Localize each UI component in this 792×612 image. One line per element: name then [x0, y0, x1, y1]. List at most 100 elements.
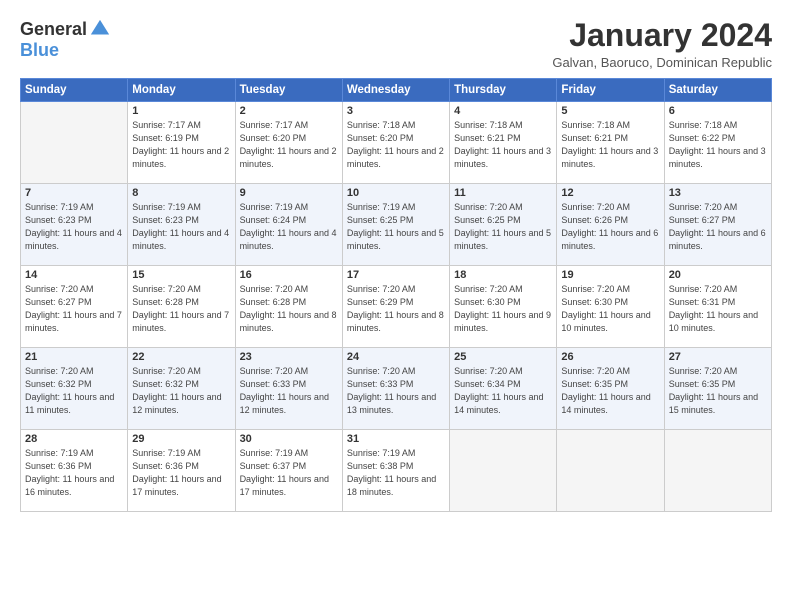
day-number: 9	[240, 187, 338, 199]
col-wednesday: Wednesday	[342, 79, 449, 102]
table-row: 11 Sunrise: 7:20 AMSunset: 6:25 PMDayligh…	[450, 184, 557, 266]
title-area: January 2024 Galvan, Baoruco, Dominican …	[552, 18, 772, 70]
table-row: 15 Sunrise: 7:20 AMSunset: 6:28 PMDayligh…	[128, 266, 235, 348]
day-info: Sunrise: 7:20 AMSunset: 6:27 PMDaylight:…	[669, 201, 767, 253]
col-thursday: Thursday	[450, 79, 557, 102]
calendar-week-row: 7 Sunrise: 7:19 AMSunset: 6:23 PMDaylight…	[21, 184, 772, 266]
day-number: 7	[25, 187, 123, 199]
day-info: Sunrise: 7:19 AMSunset: 6:38 PMDaylight:…	[347, 447, 445, 499]
day-number: 21	[25, 351, 123, 363]
day-info: Sunrise: 7:20 AMSunset: 6:30 PMDaylight:…	[454, 283, 552, 335]
day-number: 5	[561, 105, 659, 117]
day-number: 22	[132, 351, 230, 363]
day-number: 12	[561, 187, 659, 199]
table-row: 22 Sunrise: 7:20 AMSunset: 6:32 PMDayligh…	[128, 348, 235, 430]
table-row: 17 Sunrise: 7:20 AMSunset: 6:29 PMDayligh…	[342, 266, 449, 348]
day-number: 16	[240, 269, 338, 281]
location: Galvan, Baoruco, Dominican Republic	[552, 55, 772, 70]
day-number: 14	[25, 269, 123, 281]
col-sunday: Sunday	[21, 79, 128, 102]
table-row	[557, 430, 664, 512]
day-number: 17	[347, 269, 445, 281]
day-info: Sunrise: 7:20 AMSunset: 6:25 PMDaylight:…	[454, 201, 552, 253]
table-row	[450, 430, 557, 512]
calendar-week-row: 21 Sunrise: 7:20 AMSunset: 6:32 PMDayligh…	[21, 348, 772, 430]
day-number: 31	[347, 433, 445, 445]
day-info: Sunrise: 7:20 AMSunset: 6:33 PMDaylight:…	[347, 365, 445, 417]
table-row: 2 Sunrise: 7:17 AMSunset: 6:20 PMDaylight…	[235, 102, 342, 184]
table-row: 18 Sunrise: 7:20 AMSunset: 6:30 PMDayligh…	[450, 266, 557, 348]
col-saturday: Saturday	[664, 79, 771, 102]
table-row: 9 Sunrise: 7:19 AMSunset: 6:24 PMDaylight…	[235, 184, 342, 266]
day-info: Sunrise: 7:20 AMSunset: 6:35 PMDaylight:…	[669, 365, 767, 417]
day-info: Sunrise: 7:18 AMSunset: 6:22 PMDaylight:…	[669, 119, 767, 171]
table-row: 26 Sunrise: 7:20 AMSunset: 6:35 PMDayligh…	[557, 348, 664, 430]
day-info: Sunrise: 7:19 AMSunset: 6:37 PMDaylight:…	[240, 447, 338, 499]
table-row: 3 Sunrise: 7:18 AMSunset: 6:20 PMDaylight…	[342, 102, 449, 184]
day-info: Sunrise: 7:20 AMSunset: 6:26 PMDaylight:…	[561, 201, 659, 253]
day-info: Sunrise: 7:19 AMSunset: 6:25 PMDaylight:…	[347, 201, 445, 253]
day-info: Sunrise: 7:19 AMSunset: 6:36 PMDaylight:…	[25, 447, 123, 499]
day-info: Sunrise: 7:20 AMSunset: 6:32 PMDaylight:…	[132, 365, 230, 417]
month-title: January 2024	[552, 18, 772, 53]
header: General Blue January 2024 Galvan, Baoruc…	[20, 18, 772, 70]
day-info: Sunrise: 7:20 AMSunset: 6:27 PMDaylight:…	[25, 283, 123, 335]
calendar-header-row: Sunday Monday Tuesday Wednesday Thursday…	[21, 79, 772, 102]
calendar-week-row: 28 Sunrise: 7:19 AMSunset: 6:36 PMDayligh…	[21, 430, 772, 512]
day-number: 2	[240, 105, 338, 117]
logo-icon	[89, 18, 111, 40]
day-info: Sunrise: 7:17 AMSunset: 6:19 PMDaylight:…	[132, 119, 230, 171]
day-number: 29	[132, 433, 230, 445]
day-number: 18	[454, 269, 552, 281]
day-number: 20	[669, 269, 767, 281]
table-row: 6 Sunrise: 7:18 AMSunset: 6:22 PMDaylight…	[664, 102, 771, 184]
day-number: 8	[132, 187, 230, 199]
table-row: 31 Sunrise: 7:19 AMSunset: 6:38 PMDayligh…	[342, 430, 449, 512]
col-friday: Friday	[557, 79, 664, 102]
day-number: 11	[454, 187, 552, 199]
col-tuesday: Tuesday	[235, 79, 342, 102]
day-number: 27	[669, 351, 767, 363]
day-number: 3	[347, 105, 445, 117]
day-number: 10	[347, 187, 445, 199]
day-number: 15	[132, 269, 230, 281]
table-row: 27 Sunrise: 7:20 AMSunset: 6:35 PMDayligh…	[664, 348, 771, 430]
day-info: Sunrise: 7:18 AMSunset: 6:21 PMDaylight:…	[454, 119, 552, 171]
day-number: 4	[454, 105, 552, 117]
day-info: Sunrise: 7:19 AMSunset: 6:36 PMDaylight:…	[132, 447, 230, 499]
day-number: 23	[240, 351, 338, 363]
table-row: 28 Sunrise: 7:19 AMSunset: 6:36 PMDayligh…	[21, 430, 128, 512]
day-info: Sunrise: 7:20 AMSunset: 6:33 PMDaylight:…	[240, 365, 338, 417]
day-info: Sunrise: 7:19 AMSunset: 6:23 PMDaylight:…	[132, 201, 230, 253]
day-info: Sunrise: 7:17 AMSunset: 6:20 PMDaylight:…	[240, 119, 338, 171]
calendar-week-row: 14 Sunrise: 7:20 AMSunset: 6:27 PMDayligh…	[21, 266, 772, 348]
day-number: 24	[347, 351, 445, 363]
page: General Blue January 2024 Galvan, Baoruc…	[0, 0, 792, 612]
day-info: Sunrise: 7:20 AMSunset: 6:34 PMDaylight:…	[454, 365, 552, 417]
table-row: 24 Sunrise: 7:20 AMSunset: 6:33 PMDayligh…	[342, 348, 449, 430]
day-number: 28	[25, 433, 123, 445]
table-row	[21, 102, 128, 184]
table-row: 12 Sunrise: 7:20 AMSunset: 6:26 PMDayligh…	[557, 184, 664, 266]
table-row	[664, 430, 771, 512]
logo-general-text: General	[20, 19, 87, 40]
table-row: 25Sunrise: 7:20 AMSunset: 6:34 PMDayligh…	[450, 348, 557, 430]
table-row: 10 Sunrise: 7:19 AMSunset: 6:25 PMDayligh…	[342, 184, 449, 266]
day-info: Sunrise: 7:20 AMSunset: 6:35 PMDaylight:…	[561, 365, 659, 417]
table-row: 21Sunrise: 7:20 AMSunset: 6:32 PMDayligh…	[21, 348, 128, 430]
day-number: 6	[669, 105, 767, 117]
day-info: Sunrise: 7:20 AMSunset: 6:28 PMDaylight:…	[132, 283, 230, 335]
logo-blue-text: Blue	[20, 40, 59, 61]
day-number: 30	[240, 433, 338, 445]
table-row: 13Sunrise: 7:20 AMSunset: 6:27 PMDayligh…	[664, 184, 771, 266]
day-info: Sunrise: 7:20 AMSunset: 6:31 PMDaylight:…	[669, 283, 767, 335]
day-info: Sunrise: 7:18 AMSunset: 6:20 PMDaylight:…	[347, 119, 445, 171]
day-info: Sunrise: 7:20 AMSunset: 6:29 PMDaylight:…	[347, 283, 445, 335]
table-row: 7Sunrise: 7:19 AMSunset: 6:23 PMDaylight…	[21, 184, 128, 266]
day-number: 19	[561, 269, 659, 281]
day-info: Sunrise: 7:19 AMSunset: 6:24 PMDaylight:…	[240, 201, 338, 253]
logo: General Blue	[20, 18, 111, 61]
calendar: Sunday Monday Tuesday Wednesday Thursday…	[20, 78, 772, 512]
day-number: 26	[561, 351, 659, 363]
table-row: 23 Sunrise: 7:20 AMSunset: 6:33 PMDayligh…	[235, 348, 342, 430]
